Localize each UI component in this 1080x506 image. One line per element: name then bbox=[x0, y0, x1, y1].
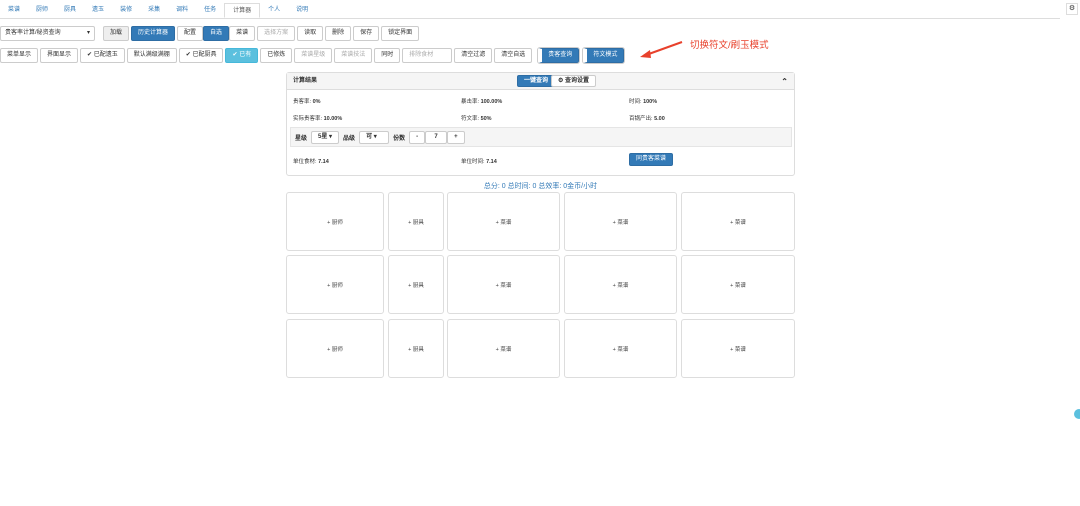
add-recipe-slot[interactable]: + 菜谱 bbox=[681, 192, 795, 251]
clear-select-button[interactable]: 清空自选 bbox=[494, 48, 533, 63]
ui-show-dropdown[interactable]: 界面显示 bbox=[40, 48, 79, 63]
cultivated-toggle[interactable]: 已修炼 bbox=[260, 48, 293, 63]
add-chef-slot[interactable]: + 厨师 bbox=[286, 192, 384, 251]
jade-toggle[interactable]: ✔ 已配遗玉 bbox=[80, 48, 125, 63]
panel-title: 计算结果 bbox=[293, 78, 318, 84]
caret-icon: ▾ bbox=[86, 30, 90, 36]
add-tool-slot[interactable]: + 厨具 bbox=[388, 255, 444, 314]
add-recipe-slot[interactable]: + 菜谱 bbox=[447, 319, 560, 378]
calc-mode-select[interactable]: 贵客率计算/秘资查询 ▾ bbox=[0, 26, 95, 41]
unit-time: 单位时间: 7.14 bbox=[461, 159, 497, 165]
recipe-button[interactable]: 菜谱 bbox=[229, 26, 256, 41]
choose-plan-select[interactable]: 选择方案 bbox=[257, 26, 296, 41]
self-select-button[interactable]: 自选 bbox=[203, 26, 230, 41]
crit-rate: 暴击率: 100.00% bbox=[461, 99, 503, 105]
tab-decor[interactable]: 装修 bbox=[112, 3, 140, 18]
guest-query-toggle[interactable]: 贵客查询 bbox=[537, 47, 581, 64]
same-time-toggle[interactable]: 同时 bbox=[374, 48, 401, 63]
add-chef-slot[interactable]: + 厨师 bbox=[286, 255, 384, 314]
same-guest-recipe-button[interactable]: 同贵客菜谱 bbox=[629, 153, 674, 166]
read-button[interactable]: 读取 bbox=[297, 26, 324, 41]
rune-rate: 符文率: 50% bbox=[461, 116, 492, 122]
portions-stepper[interactable]: - 7 + bbox=[409, 130, 465, 144]
rune-mode-toggle[interactable]: 符文模式 bbox=[582, 47, 626, 64]
history-button[interactable]: 历史计算器 bbox=[131, 26, 176, 41]
annotation-text: 切换符文/刷玉模式 bbox=[690, 40, 769, 51]
time-rate: 时间: 100% bbox=[629, 99, 658, 105]
config-button[interactable]: 配置 bbox=[177, 26, 204, 41]
tab-chefs[interactable]: 厨师 bbox=[28, 3, 56, 18]
summary-text: 总分: 0 总时间: 0 总效率: 0金币/小时 bbox=[483, 183, 598, 190]
pot-output: 百锅产出: 5.00 bbox=[629, 116, 665, 122]
real-guest-rate: 实际贵客率: 10.00% bbox=[293, 116, 343, 122]
lock-ui-button[interactable]: 锁定界面 bbox=[381, 26, 420, 41]
tab-recipes[interactable]: 菜谱 bbox=[0, 3, 28, 18]
add-recipe-slot[interactable]: + 菜谱 bbox=[564, 319, 677, 378]
tab-jade[interactable]: 遗玉 bbox=[84, 3, 112, 18]
recipe-star-select[interactable]: 菜谱星级 bbox=[294, 48, 333, 63]
add-tool-slot[interactable]: + 厨具 bbox=[388, 192, 444, 251]
portions-input[interactable]: 7 bbox=[425, 130, 448, 144]
exclude-ingredient-select[interactable]: 排除食材 bbox=[402, 48, 453, 63]
add-tool-slot[interactable]: + 厨具 bbox=[388, 319, 444, 378]
add-recipe-slot[interactable]: + 菜谱 bbox=[447, 192, 560, 251]
menu-show-dropdown[interactable]: 菜单显示 bbox=[0, 48, 39, 63]
collapse-icon[interactable]: ⌃ bbox=[781, 73, 788, 90]
clear-filter-button[interactable]: 清空过滤 bbox=[454, 48, 493, 63]
tab-tools[interactable]: 厨具 bbox=[56, 3, 84, 18]
save-button[interactable]: 保存 bbox=[353, 26, 380, 41]
recipe-skill-select[interactable]: 菜谱技法 bbox=[334, 48, 373, 63]
default-full-toggle[interactable]: 默认满级满棚 bbox=[126, 48, 177, 63]
tab-tasks[interactable]: 任务 bbox=[196, 3, 224, 18]
query-settings-button[interactable]: ⚙ 查询设置 bbox=[551, 75, 597, 87]
tab-help[interactable]: 说明 bbox=[288, 3, 316, 18]
star-select[interactable]: 5星 ▾ bbox=[311, 130, 340, 144]
load-button[interactable]: 加载 bbox=[103, 26, 130, 41]
have-toggle[interactable]: ✔ 已有 bbox=[225, 48, 259, 63]
tab-personal[interactable]: 个人 bbox=[260, 3, 288, 18]
one-click-query-button[interactable]: 一键查询 bbox=[517, 75, 556, 87]
minus-button[interactable]: - bbox=[409, 130, 426, 144]
add-recipe-slot[interactable]: + 菜谱 bbox=[681, 319, 795, 378]
scroll-indicator[interactable] bbox=[1074, 409, 1080, 419]
chef-tool-toggle[interactable]: ✔ 已配厨具 bbox=[178, 48, 224, 63]
delete-button[interactable]: 删除 bbox=[325, 26, 352, 41]
add-recipe-slot[interactable]: + 菜谱 bbox=[564, 255, 677, 314]
add-recipe-slot[interactable]: + 菜谱 bbox=[564, 192, 677, 251]
plus-button[interactable]: + bbox=[447, 130, 465, 144]
tab-calculator[interactable]: 计算器 bbox=[224, 3, 261, 18]
unit-material: 单位食材: 7.14 bbox=[293, 159, 329, 165]
main-nav: 菜谱 厨师 厨具 遗玉 装修 采集 调料 任务 计算器 个人 说明 bbox=[0, 3, 1060, 19]
add-recipe-slot[interactable]: + 菜谱 bbox=[447, 255, 560, 314]
guest-rate: 贵客率: 0% bbox=[293, 99, 321, 105]
gear-icon[interactable]: ⚙ bbox=[1066, 3, 1078, 15]
add-chef-slot[interactable]: + 厨师 bbox=[286, 319, 384, 378]
add-recipe-slot[interactable]: + 菜谱 bbox=[681, 255, 795, 314]
options-bar: 星级 5星 ▾ 品级 可 ▾ 份数 - 7 + bbox=[290, 127, 792, 147]
result-panel: 计算结果 一键查询 ⚙ 查询设置 ⌃ 贵客率: 0% 暴击率: 100.00% … bbox=[286, 72, 795, 176]
tab-seasoning[interactable]: 调料 bbox=[168, 3, 196, 18]
tab-gather[interactable]: 采集 bbox=[140, 3, 168, 18]
quality-select[interactable]: 可 ▾ bbox=[359, 130, 390, 144]
annotation-arrow-icon bbox=[640, 41, 683, 58]
